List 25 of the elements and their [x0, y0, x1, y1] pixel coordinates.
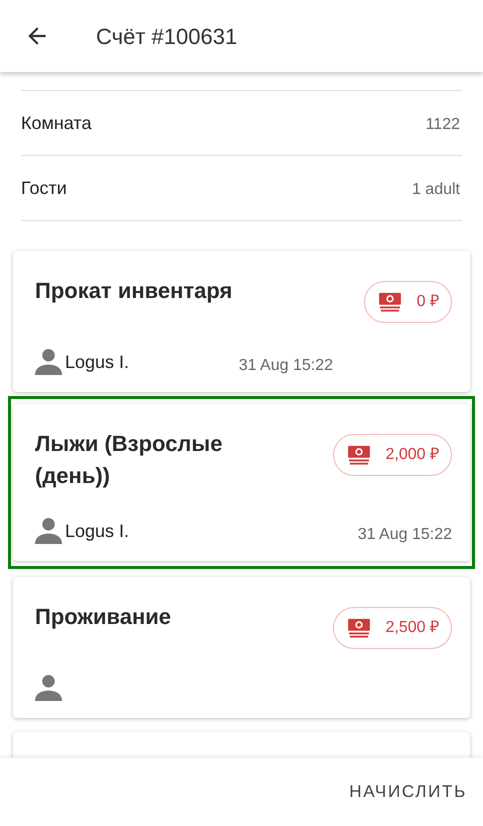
user-name: Logus I. [65, 520, 130, 543]
charge-title: Прокат инвентаря [35, 277, 232, 305]
person-icon [35, 673, 62, 702]
money-icon [346, 445, 372, 465]
charge-card[interactable]: Прокат инвентаря 0 ₽ Logus I. 31 Aug 15:22 [13, 251, 470, 392]
charge-date: 31 Aug 15:22 [358, 525, 452, 545]
charge-card[interactable]: Лыжи (Взрослые (день)) 2,000 ₽ Logus I. 31 Aug 15:22 [13, 404, 470, 561]
detail-label: Гости [21, 176, 67, 200]
amount-chip: 2,500 ₽ [332, 607, 452, 649]
detail-value: 1 adult [412, 180, 461, 200]
amount-chip: 2,000 ₽ [332, 434, 452, 476]
charge-button[interactable]: НАЧИСЛИТЬ [347, 773, 469, 811]
person-icon [35, 347, 62, 376]
charge-card[interactable]: Проживание 2,500 ₽ [13, 577, 470, 718]
detail-value: 1122 [426, 115, 461, 135]
money-icon [346, 618, 372, 638]
charge-date: 31 Aug 15:22 [238, 356, 333, 376]
money-icon [376, 292, 403, 312]
detail-label: Комната [21, 112, 92, 134]
screen-title: Счёт #100631 [96, 22, 238, 50]
charge-title: Лыжи (Взрослые (день)) [35, 430, 224, 490]
amount-chip: 0 ₽ [364, 281, 452, 323]
user-name: Logus I. [65, 351, 130, 374]
person-icon [35, 516, 62, 545]
charge-title: Проживание [35, 603, 172, 631]
